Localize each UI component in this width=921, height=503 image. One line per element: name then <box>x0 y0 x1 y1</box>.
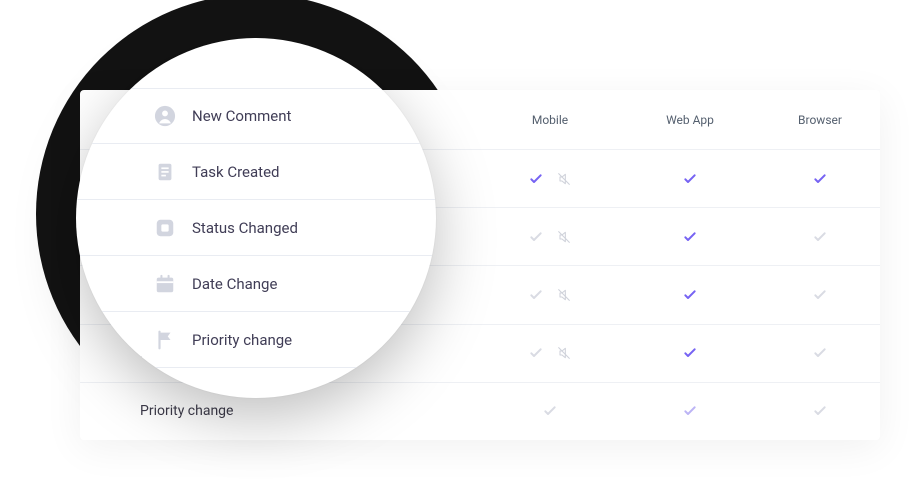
document-icon <box>154 161 176 183</box>
mobile-check-toggle[interactable] <box>528 171 544 187</box>
webapp-check-toggle[interactable] <box>682 229 698 245</box>
column-header-mobile: Mobile <box>480 113 620 127</box>
magnifier-lens: New Comment Task Created Status Changed Dat… <box>76 38 436 398</box>
table-row: Priority change <box>80 383 880 440</box>
cell-webapp <box>620 403 760 419</box>
cell-webapp <box>620 287 760 303</box>
mute-toggle[interactable] <box>556 171 572 187</box>
list-item[interactable]: New Comment <box>76 88 436 144</box>
list-item[interactable]: Task Created <box>76 144 436 200</box>
list-item-label: Priority change <box>192 331 292 349</box>
mute-toggle[interactable] <box>556 287 572 303</box>
browser-check-toggle[interactable] <box>812 345 828 361</box>
person-icon <box>154 105 176 127</box>
cell-browser <box>760 403 880 419</box>
mobile-check-toggle[interactable] <box>528 229 544 245</box>
mute-toggle[interactable] <box>556 229 572 245</box>
column-header-webapp: Web App <box>620 113 760 127</box>
browser-check-toggle[interactable] <box>812 287 828 303</box>
mobile-check-toggle[interactable] <box>528 287 544 303</box>
row-label: Priority change <box>140 403 480 419</box>
list-item-label: Status Changed <box>192 219 298 237</box>
cell-mobile <box>480 229 620 245</box>
webapp-check-toggle[interactable] <box>682 345 698 361</box>
list-item-label: Task Created <box>192 163 280 181</box>
list-item[interactable]: Status Changed <box>76 200 436 256</box>
list-item[interactable]: Priority change <box>76 312 436 368</box>
browser-check-toggle[interactable] <box>812 229 828 245</box>
cell-browser <box>760 171 880 187</box>
cell-browser <box>760 229 880 245</box>
mute-toggle[interactable] <box>556 345 572 361</box>
cell-mobile <box>480 287 620 303</box>
calendar-icon <box>154 273 176 295</box>
list-item[interactable]: Date Change <box>76 256 436 312</box>
flag-icon <box>154 329 176 351</box>
browser-check-toggle[interactable] <box>812 403 828 419</box>
browser-check-toggle[interactable] <box>812 171 828 187</box>
webapp-check-toggle[interactable] <box>682 403 698 419</box>
mobile-check-toggle[interactable] <box>542 403 558 419</box>
status-icon <box>154 217 176 239</box>
cell-webapp <box>620 171 760 187</box>
cell-mobile <box>480 171 620 187</box>
cell-mobile <box>480 403 620 419</box>
cell-browser <box>760 345 880 361</box>
cell-browser <box>760 287 880 303</box>
webapp-check-toggle[interactable] <box>682 287 698 303</box>
list-item-label: New Comment <box>192 107 291 125</box>
column-header-browser: Browser <box>760 113 880 127</box>
cell-webapp <box>620 229 760 245</box>
cell-webapp <box>620 345 760 361</box>
mobile-check-toggle[interactable] <box>528 345 544 361</box>
cell-mobile <box>480 345 620 361</box>
list-item-label: Date Change <box>192 275 277 293</box>
webapp-check-toggle[interactable] <box>682 171 698 187</box>
